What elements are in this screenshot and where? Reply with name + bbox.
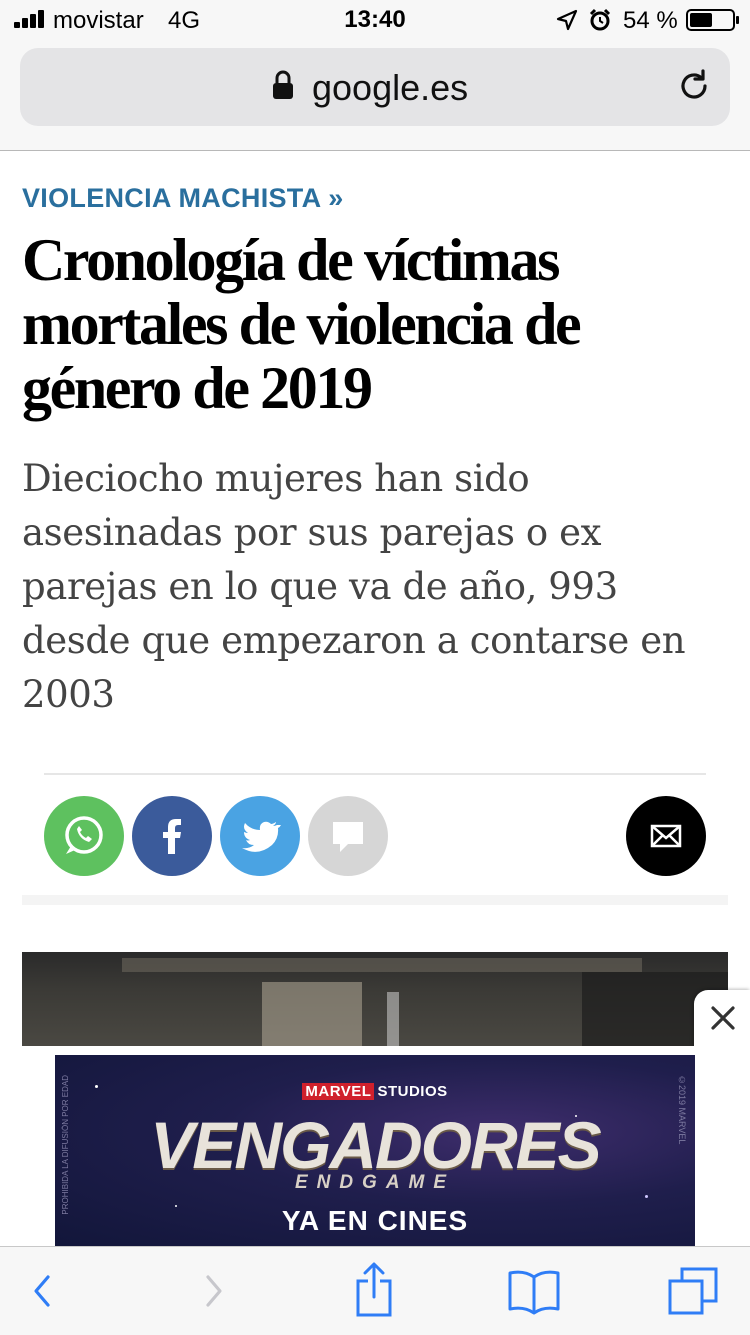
comments-button[interactable] <box>308 796 388 876</box>
forward-icon[interactable] <box>186 1267 238 1315</box>
close-icon <box>711 1006 735 1030</box>
reload-icon[interactable] <box>676 68 712 104</box>
lock-icon <box>273 70 293 99</box>
tabs-icon[interactable] <box>668 1267 720 1315</box>
back-icon[interactable] <box>18 1267 70 1315</box>
ad-legal-text: PROHIBIDA LA DIFUSIÓN POR EDAD <box>61 1075 70 1215</box>
address-bar[interactable]: google.es <box>20 48 730 126</box>
divider <box>22 895 728 905</box>
comment-icon <box>333 822 363 852</box>
article-headline: Cronología de víctimas mortales de viole… <box>22 227 582 421</box>
ad-studio-text: STUDIOS <box>377 1083 448 1100</box>
battery-icon <box>686 9 739 31</box>
location-arrow-icon <box>556 9 578 31</box>
whatsapp-icon <box>65 816 103 854</box>
address-bar-area: google.es <box>0 40 750 151</box>
facebook-icon <box>163 819 181 854</box>
ad-copyright-text: ©2019 MARVEL <box>677 1075 687 1145</box>
ad-studio-logo: MARVEL STUDIOS <box>55 1083 695 1100</box>
section-link[interactable]: VIOLENCIA MACHISTA » <box>22 183 344 214</box>
ad-studio-badge: MARVEL <box>302 1083 375 1100</box>
ad-cta: YA EN CINES <box>281 1205 469 1236</box>
browser-toolbar <box>0 1246 750 1335</box>
mail-icon <box>650 824 682 848</box>
twitter-share-button[interactable] <box>220 796 300 876</box>
url-text: google.es <box>312 67 469 108</box>
ad-banner[interactable]: MARVEL STUDIOS VENGADORES ENDGAME YA EN C… <box>55 1055 695 1246</box>
email-share-button[interactable] <box>626 796 706 876</box>
whatsapp-share-button[interactable] <box>44 796 124 876</box>
alarm-clock-icon <box>589 8 611 31</box>
status-bar: movistar 4G 13:40 54 % <box>0 0 750 40</box>
close-ad-button[interactable] <box>694 990 750 1048</box>
ad-subtitle: ENDGAME <box>294 1172 456 1193</box>
bookmarks-icon[interactable] <box>508 1267 560 1315</box>
twitter-icon <box>242 821 281 852</box>
facebook-share-button[interactable] <box>132 796 212 876</box>
share-bar <box>44 773 706 899</box>
share-icon[interactable] <box>348 1261 400 1317</box>
battery-percentage: 54 % <box>623 7 678 34</box>
article-subheadline: Dieciocho mujeres han sido asesinadas po… <box>22 457 686 716</box>
article-photo[interactable] <box>22 952 728 1046</box>
